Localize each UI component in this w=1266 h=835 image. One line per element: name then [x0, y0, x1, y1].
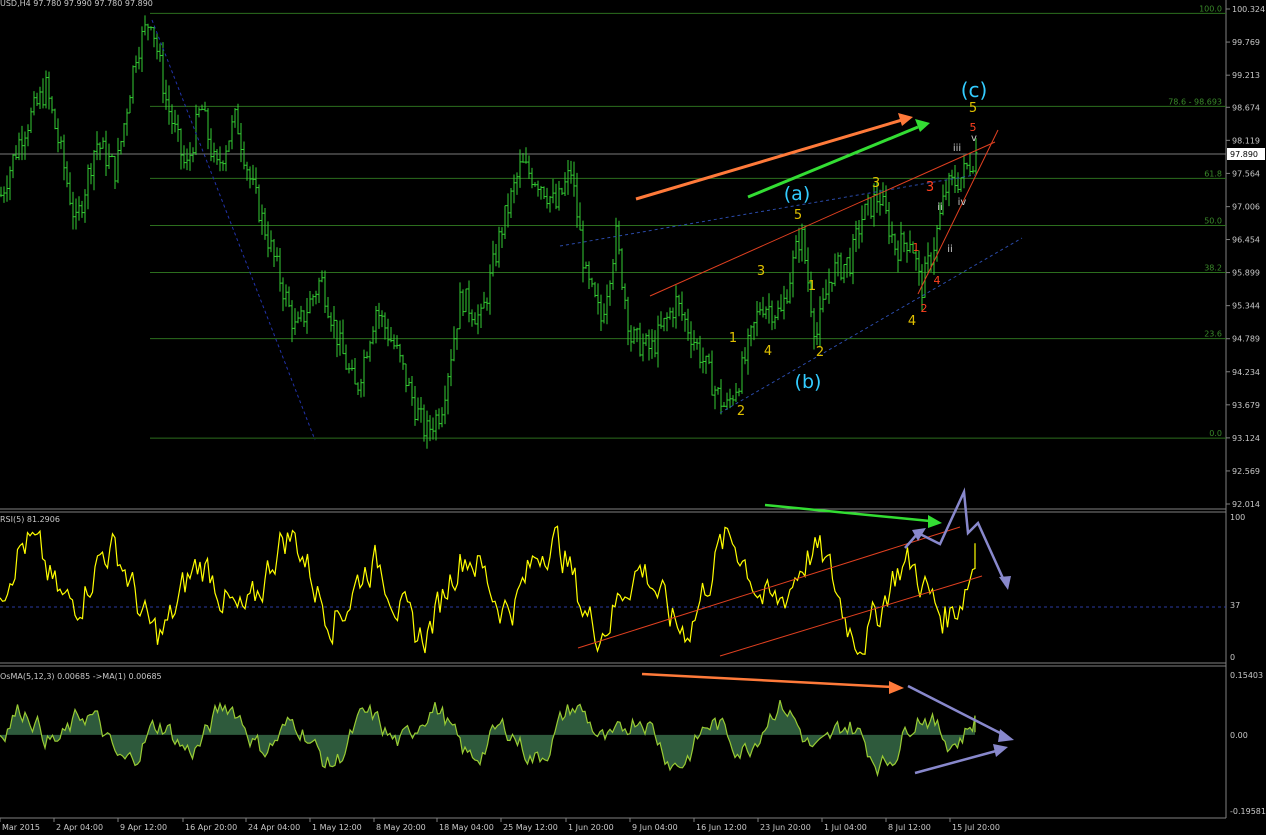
- time-tick-label: 9 Jun 04:00: [632, 823, 678, 832]
- rsi-tick-label: 37: [1230, 601, 1240, 610]
- wave-label: 4: [908, 314, 916, 329]
- price-tick-label: 92.014: [1232, 500, 1260, 509]
- price-tick-label: 94.234: [1232, 368, 1260, 377]
- time-tick-label: 9 Apr 12:00: [120, 823, 167, 832]
- wave-label: 4: [764, 344, 772, 359]
- price-tick-label: 99.769: [1232, 38, 1260, 47]
- symbol-info: USD,H4 97.780 97.990 97.780 97.890: [0, 0, 153, 8]
- time-tick-label: 18 May 04:00: [439, 823, 494, 832]
- fib-label: 38.2: [1204, 264, 1222, 273]
- wave-label: 2: [921, 302, 928, 315]
- price-tick-label: 95.899: [1232, 269, 1260, 278]
- time-tick-label: 8 Jul 12:00: [888, 823, 931, 832]
- time-tick-label: 2 Apr 04:00: [56, 823, 103, 832]
- price-tick-label: 92.569: [1232, 467, 1260, 476]
- wave-label: ii: [937, 202, 943, 213]
- rsi-axis: 100 37 0: [1230, 513, 1245, 662]
- price-tick-label: 99.213: [1232, 71, 1260, 80]
- time-tick-label: 16 Apr 20:00: [185, 823, 237, 832]
- time-tick-label: 1 May 12:00: [312, 823, 362, 832]
- price-tick-label: 98.674: [1232, 103, 1260, 112]
- price-tick-label: 93.124: [1232, 434, 1260, 443]
- price-tick-label: 100.324: [1232, 5, 1265, 14]
- price-tick-label: 97.564: [1232, 169, 1260, 178]
- osma-tick-label: 0.15403: [1230, 671, 1263, 680]
- time-axis: Mar 2015 2 Apr 04:00 9 Apr 12:00 16 Apr 20:…: [0, 818, 1000, 832]
- osma-label: OsMA(5,12,3) 0.00685 ->MA(1) 0.00685: [0, 672, 162, 681]
- time-tick-label: 8 May 20:00: [376, 823, 426, 832]
- wave-label: ii: [947, 244, 953, 255]
- osma-tick-label: -0.19581: [1230, 807, 1266, 816]
- osma-tick-label: 0.00: [1230, 731, 1248, 740]
- wave-label: 1: [913, 241, 920, 254]
- rsi-tick-label: 0: [1230, 653, 1235, 662]
- wave-label: 5: [969, 101, 977, 116]
- elliott-wave-labels: (c)(a)(b)553 353114224421iiiviviiii: [729, 78, 987, 419]
- svg-text:97.890: 97.890: [1230, 150, 1258, 159]
- price-tick-label: 95.344: [1232, 302, 1260, 311]
- price-tick-label: 97.006: [1232, 203, 1260, 212]
- wave-label: 2: [737, 404, 745, 419]
- rsi-line: [0, 525, 976, 656]
- wave-label: 3: [872, 176, 880, 191]
- wave-label: 3: [757, 264, 765, 279]
- time-tick-label: 15 Jul 20:00: [952, 823, 1000, 832]
- current-price-marker: 97.890: [1227, 148, 1265, 160]
- trading-chart: 100.0 78.6 - 98.693 61.8 50.0 38.2 23.6 0.0 (c…: [0, 0, 1266, 832]
- price-tick-label: 94.789: [1232, 335, 1260, 344]
- wave-label: 3: [926, 180, 934, 195]
- rsi-tick-label: 100: [1230, 513, 1245, 522]
- fib-label: 78.6 - 98.693: [1168, 97, 1222, 106]
- fib-label: 61.8: [1204, 169, 1222, 178]
- wave-label: iii: [953, 143, 961, 154]
- fib-label: 23.6: [1204, 330, 1222, 339]
- panel-frames: [0, 0, 1227, 819]
- time-tick-label: 1 Jul 04:00: [824, 823, 867, 832]
- rsi-label: RSI(5) 81.2906: [0, 515, 60, 524]
- wave-label: (a): [784, 183, 810, 205]
- fib-label: 100.0: [1199, 4, 1222, 13]
- time-tick-label: 23 Jun 20:00: [760, 823, 811, 832]
- time-tick-label: Mar 2015: [2, 823, 40, 832]
- price-tick-label: 93.679: [1232, 401, 1260, 410]
- time-tick-label: 1 Jun 20:00: [568, 823, 614, 832]
- osma-axis: 0.15403 0.00 -0.19581: [1230, 671, 1266, 816]
- fibonacci-levels: 100.0 78.6 - 98.693 61.8 50.0 38.2 23.6 0.0: [0, 4, 1226, 439]
- price-tick-label: 96.454: [1232, 236, 1260, 245]
- wave-label: 1: [729, 331, 737, 346]
- wave-label: 5: [794, 208, 802, 223]
- fib-label: 50.0: [1204, 216, 1222, 225]
- price-bars: [0, 15, 978, 449]
- wave-label: 2: [816, 345, 824, 360]
- wave-label: iv: [958, 197, 967, 208]
- wave-label: (c): [961, 78, 988, 102]
- time-tick-label: 25 May 12:00: [503, 823, 558, 832]
- time-tick-label: 16 Jun 12:00: [696, 823, 747, 832]
- rsi-panel: [0, 487, 1226, 657]
- wave-label: v: [971, 133, 977, 144]
- osma-panel: [0, 672, 1014, 778]
- price-axis: 100.324 99.769 99.213 98.674 98.119 97.564 97.…: [1226, 5, 1265, 509]
- fib-label: 0.0: [1209, 429, 1222, 438]
- time-tick-label: 24 Apr 04:00: [248, 823, 300, 832]
- wave-label: (b): [795, 371, 822, 393]
- wave-label: 1: [808, 279, 816, 294]
- wave-label: 4: [934, 274, 941, 287]
- price-tick-label: 98.119: [1232, 136, 1260, 145]
